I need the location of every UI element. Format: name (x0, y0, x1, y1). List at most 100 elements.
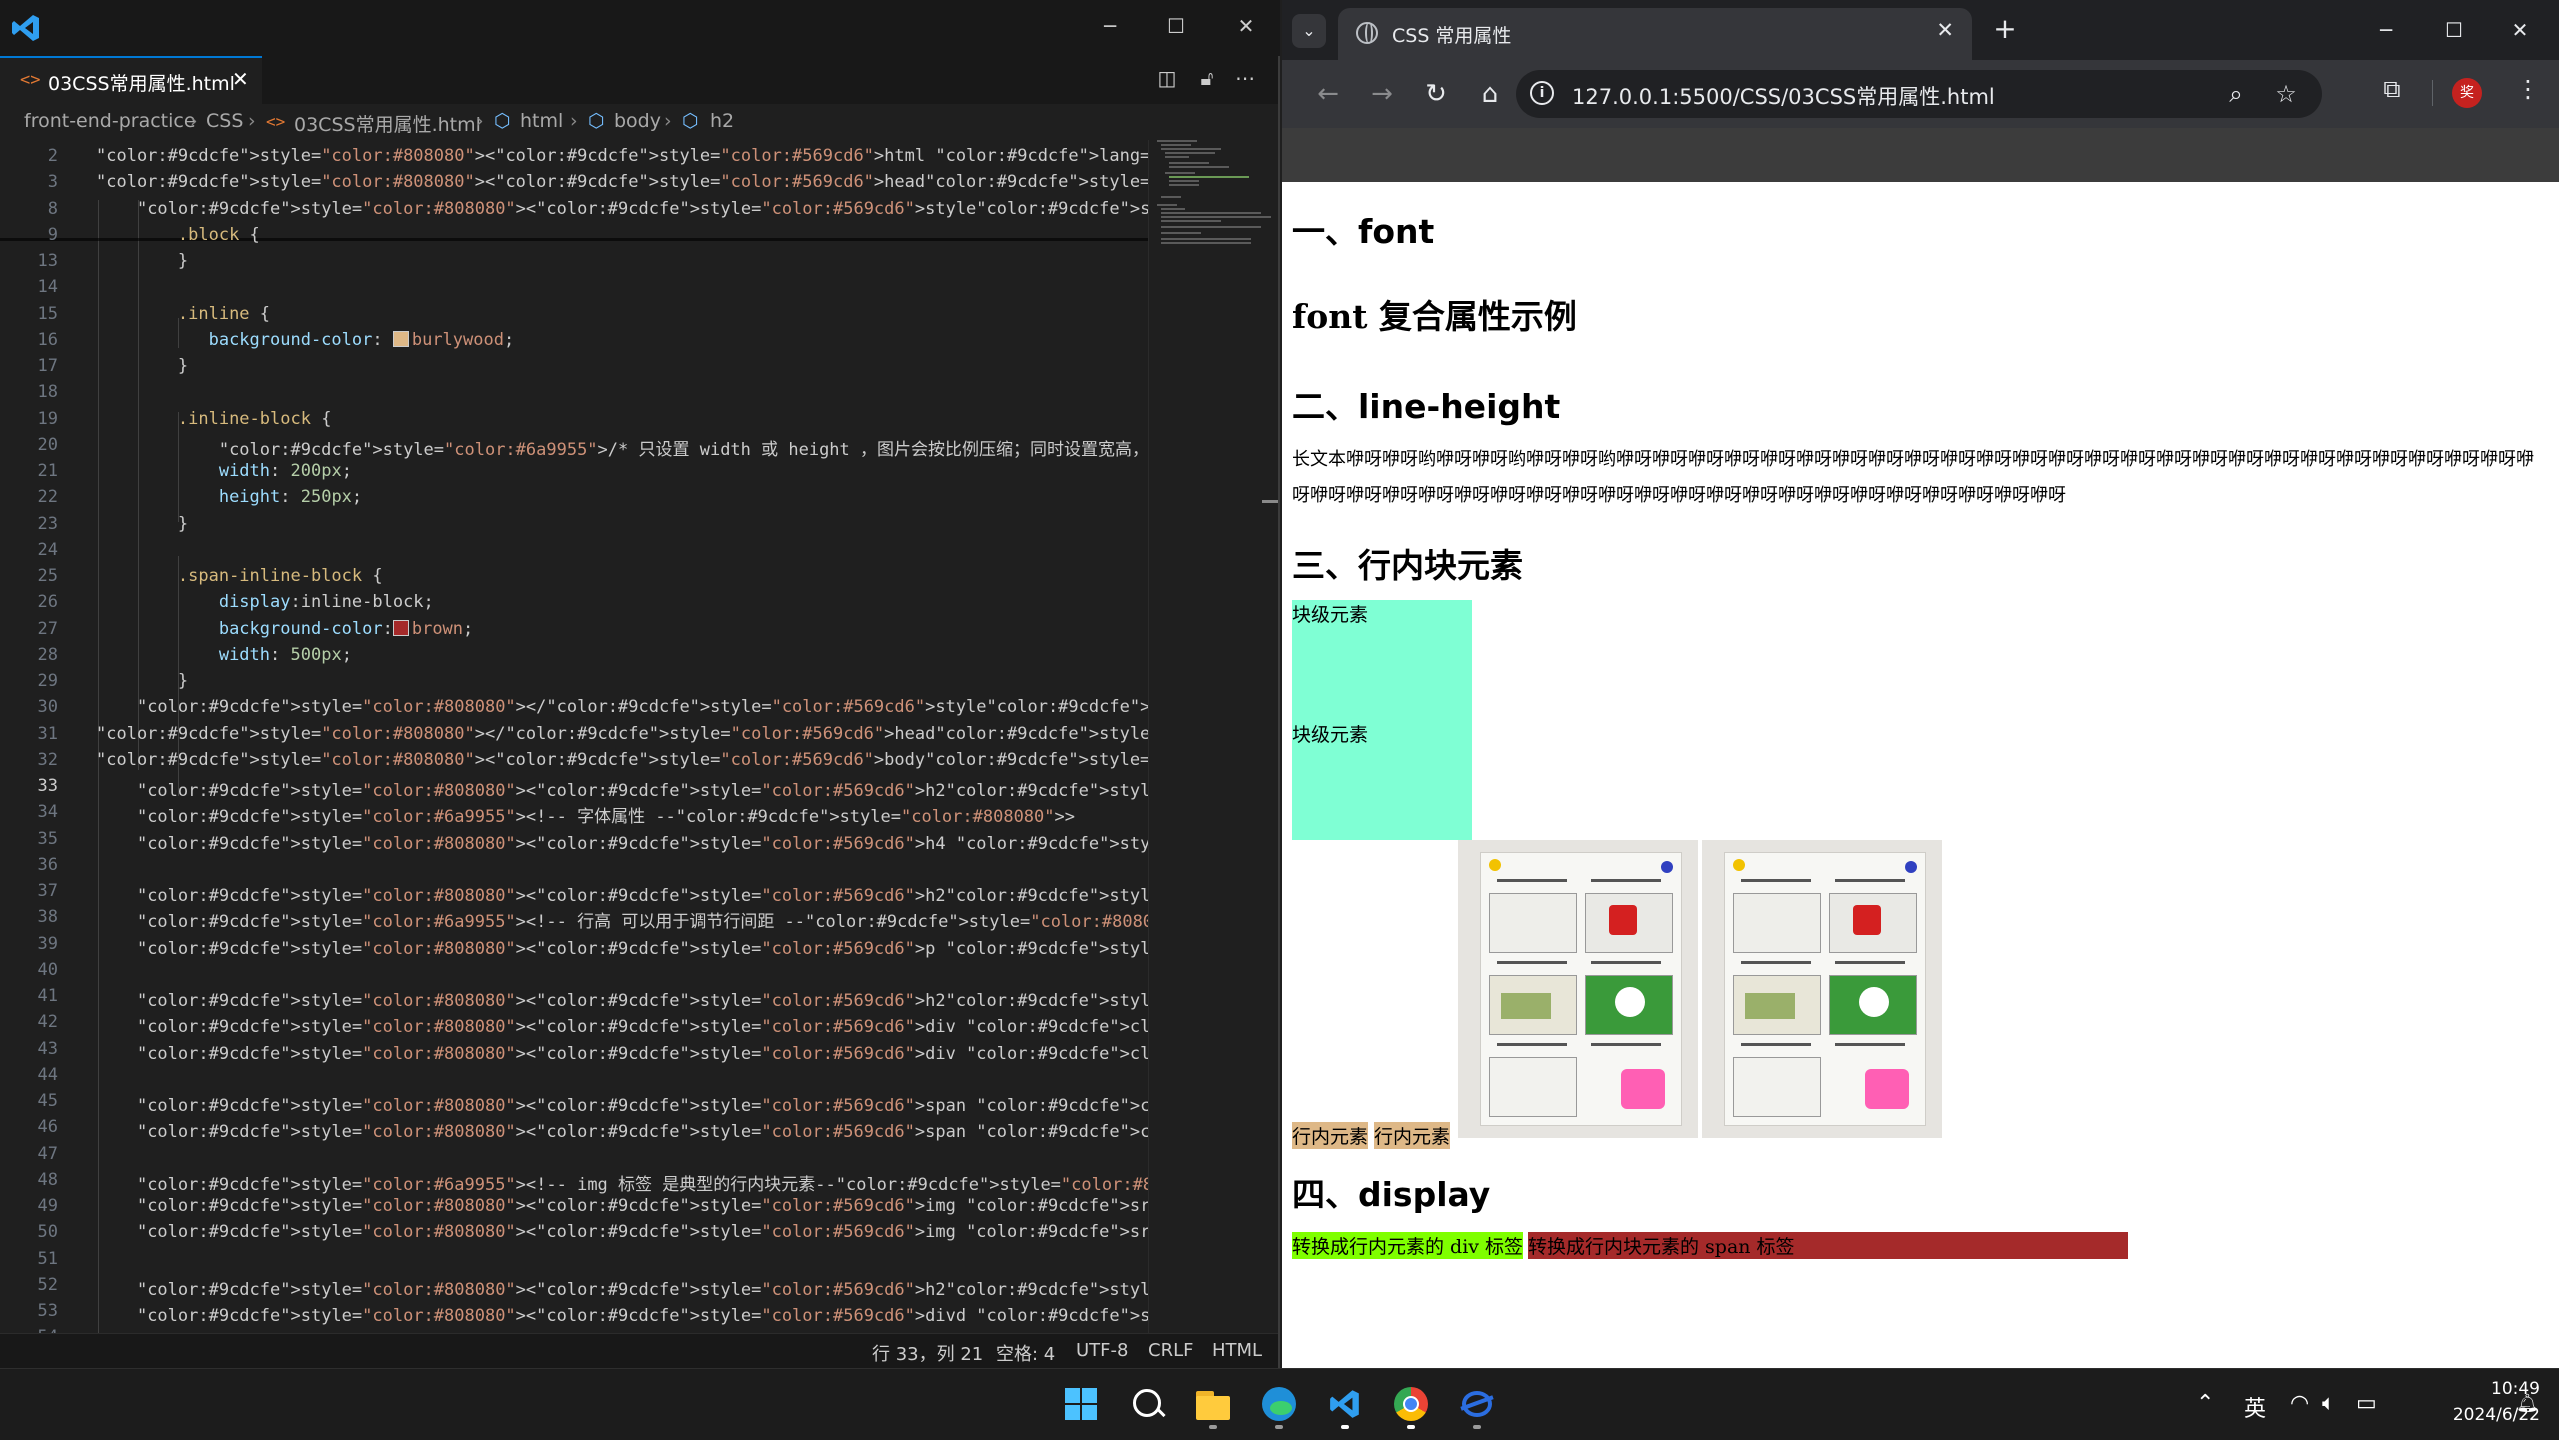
chevron-right-icon: › (190, 110, 198, 132)
scrollbar-thumb[interactable] (1262, 500, 1278, 503)
new-tab-button[interactable]: + (1988, 12, 2022, 46)
wifi-icon[interactable]: ◠ (2290, 1391, 2309, 1416)
profile-avatar[interactable]: 奖 (2452, 78, 2482, 108)
code-line[interactable]: } (96, 251, 188, 271)
code-line[interactable]: .block { (96, 225, 260, 245)
breadcrumb-item[interactable]: CSS (206, 110, 243, 132)
bookmark-star-icon[interactable]: ☆ (2266, 80, 2306, 108)
browser-icon[interactable] (1452, 1379, 1502, 1429)
line-number: 44 (37, 1064, 58, 1085)
code-line[interactable]: .span-inline-block { (96, 566, 383, 586)
tab-close-icon[interactable]: ✕ (1936, 18, 1954, 42)
code-line[interactable]: "color:#9cdcfe">style="color:#808080"></… (96, 724, 1148, 744)
code-line[interactable]: "color:#9cdcfe">style="color:#808080"><"… (96, 199, 1148, 219)
chevron-right-icon: › (476, 110, 484, 132)
code-line[interactable]: "color:#9cdcfe">style="color:#808080"><"… (96, 1222, 1148, 1242)
indentation-status[interactable]: 空格: 4 (996, 1340, 1055, 1366)
maximize-button[interactable]: ☐ (1156, 6, 1196, 46)
code-line[interactable]: "color:#9cdcfe">style="color:#6a9955">/*… (96, 435, 1148, 460)
search-icon[interactable] (1122, 1379, 1172, 1429)
code-line[interactable]: "color:#9cdcfe">style="color:#808080"><"… (96, 1091, 1148, 1116)
line-number: 35 (37, 828, 58, 849)
home-icon[interactable]: ⌂ (1470, 76, 1510, 112)
minimize-button[interactable]: ─ (2364, 10, 2408, 50)
breadcrumb-item[interactable]: h2 (710, 110, 734, 132)
eol-status[interactable]: CRLF (1148, 1340, 1193, 1361)
lock-icon[interactable]: 🔓︎ (1192, 66, 1222, 90)
tab-search-icon[interactable]: ⌄ (1292, 14, 1326, 48)
browser-tab-active[interactable]: CSS 常用属性 ✕ (1338, 8, 1972, 60)
editor-tab-active[interactable]: <> 03CSS常用属性.html ✕ (0, 56, 262, 104)
code-line[interactable]: "color:#9cdcfe">style="color:#808080"><"… (96, 986, 1148, 1011)
code-line[interactable]: background-color: brown; (96, 619, 473, 639)
code-line[interactable]: } (96, 671, 188, 691)
minimize-button[interactable]: ─ (1090, 6, 1130, 46)
code-line[interactable]: .inline-block { (96, 409, 332, 429)
encoding-status[interactable]: UTF-8 (1076, 1340, 1128, 1361)
code-line[interactable]: "color:#9cdcfe">style="color:#6a9955"><!… (96, 802, 1075, 827)
code-line[interactable]: "color:#9cdcfe">style="color:#808080"><"… (96, 750, 1148, 770)
code-line[interactable]: .inline { (96, 304, 270, 324)
heading-display: 四、display (1292, 1175, 1491, 1214)
code-line[interactable]: "color:#9cdcfe">style="color:#808080"></… (96, 697, 1148, 717)
tab-title: CSS 常用属性 (1392, 25, 1512, 47)
tab-close-icon[interactable]: ✕ (232, 67, 249, 91)
cursor-position[interactable]: 行 33，列 21 (872, 1340, 983, 1366)
breadcrumb-item[interactable]: body (614, 110, 661, 132)
code-line[interactable]: "color:#9cdcfe">style="color:#808080"><"… (96, 1039, 1148, 1064)
breadcrumb-item[interactable]: html (520, 110, 563, 132)
breadcrumb-item[interactable]: 03CSS常用属性.html (294, 110, 481, 137)
address-bar[interactable]: i 127.0.0.1:5500/CSS/03CSS常用属性.html ⌕ ☆ (1516, 70, 2322, 118)
chevron-up-icon[interactable]: ⌃ (2196, 1391, 2214, 1416)
forward-arrow-icon[interactable]: → (1362, 76, 1402, 112)
breadcrumb-item[interactable]: front-end-practice (24, 110, 196, 132)
site-info-icon[interactable]: i (1530, 81, 1554, 105)
code-line[interactable]: background-color: burlywood; (96, 330, 515, 350)
code-line[interactable]: "color:#9cdcfe">style="color:#808080"><"… (96, 1196, 1148, 1216)
code-line[interactable]: "color:#9cdcfe">style="color:#808080"><"… (96, 1117, 1148, 1142)
notification-icon[interactable]: 🔔︎ (2516, 1393, 2539, 1414)
volume-icon[interactable]: 🔈︎ (2322, 1391, 2335, 1416)
file-explorer-icon[interactable] (1188, 1379, 1238, 1429)
code-line[interactable]: "color:#9cdcfe">style="color:#808080"><"… (96, 1012, 1148, 1037)
reload-icon[interactable]: ↻ (1416, 76, 1456, 112)
more-actions-icon[interactable]: ⋯ (1230, 66, 1260, 90)
edge-icon[interactable] (1254, 1379, 1304, 1429)
status-bar: 行 33，列 21 空格: 4 UTF-8 CRLF HTML (0, 1333, 1278, 1369)
code-line[interactable]: } (96, 514, 188, 534)
code-line[interactable]: "color:#9cdcfe">style="color:#6a9955"><!… (96, 907, 1148, 932)
ime-indicator[interactable]: 英 (2244, 1391, 2266, 1423)
code-line[interactable]: height: 250px; (96, 487, 362, 507)
code-line[interactable]: width: 200px; (96, 461, 352, 481)
code-line[interactable]: "color:#9cdcfe">style="color:#808080"><"… (96, 776, 1148, 801)
maximize-button[interactable]: ☐ (2432, 10, 2476, 50)
code-line[interactable]: } (96, 356, 188, 376)
code-line[interactable]: "color:#9cdcfe">style="color:#808080"><"… (96, 829, 1148, 854)
code-line[interactable]: "color:#9cdcfe">style="color:#808080"><"… (96, 1275, 1148, 1300)
close-window-button[interactable]: ✕ (1226, 6, 1266, 46)
chrome-icon[interactable] (1386, 1379, 1436, 1429)
code-line[interactable]: width: 500px; (96, 645, 352, 665)
minimap[interactable] (1148, 140, 1271, 1333)
line-number: 43 (37, 1038, 58, 1059)
extensions-icon[interactable]: ⧉ (2372, 74, 2412, 104)
code-line[interactable]: "color:#9cdcfe">style="color:#808080"><"… (96, 934, 1148, 959)
line-number: 53 (37, 1301, 58, 1321)
language-status[interactable]: HTML (1212, 1340, 1262, 1361)
menu-kebab-icon[interactable]: ⋮ (2508, 74, 2548, 104)
code-line[interactable]: display:inline-block; (96, 592, 434, 612)
url-text[interactable]: 127.0.0.1:5500/CSS/03CSS常用属性.html (1572, 81, 1995, 111)
code-line[interactable]: "color:#9cdcfe">style="color:#6a9955"><!… (96, 1170, 1148, 1195)
zoom-icon[interactable]: ⌕ (2216, 80, 2256, 108)
vscode-icon[interactable] (1320, 1379, 1370, 1429)
start-icon[interactable] (1056, 1379, 1106, 1429)
code-line[interactable]: "color:#9cdcfe">style="color:#808080"><"… (96, 172, 1148, 192)
code-line[interactable]: "color:#9cdcfe">style="color:#808080"><"… (96, 1301, 1148, 1326)
close-window-button[interactable]: ✕ (2498, 10, 2542, 50)
code-line[interactable]: "color:#9cdcfe">style="color:#808080"><"… (96, 146, 1148, 166)
battery-icon[interactable]: ▭ (2356, 1391, 2377, 1416)
code-line[interactable]: "color:#9cdcfe">style="color:#808080"><"… (96, 881, 1148, 906)
split-editor-icon[interactable]: ◫ (1152, 66, 1182, 90)
back-arrow-icon[interactable]: ← (1308, 76, 1348, 112)
code-editor[interactable]: 2 "color:#9cdcfe">style="color:#808080"><… (0, 140, 1148, 1333)
